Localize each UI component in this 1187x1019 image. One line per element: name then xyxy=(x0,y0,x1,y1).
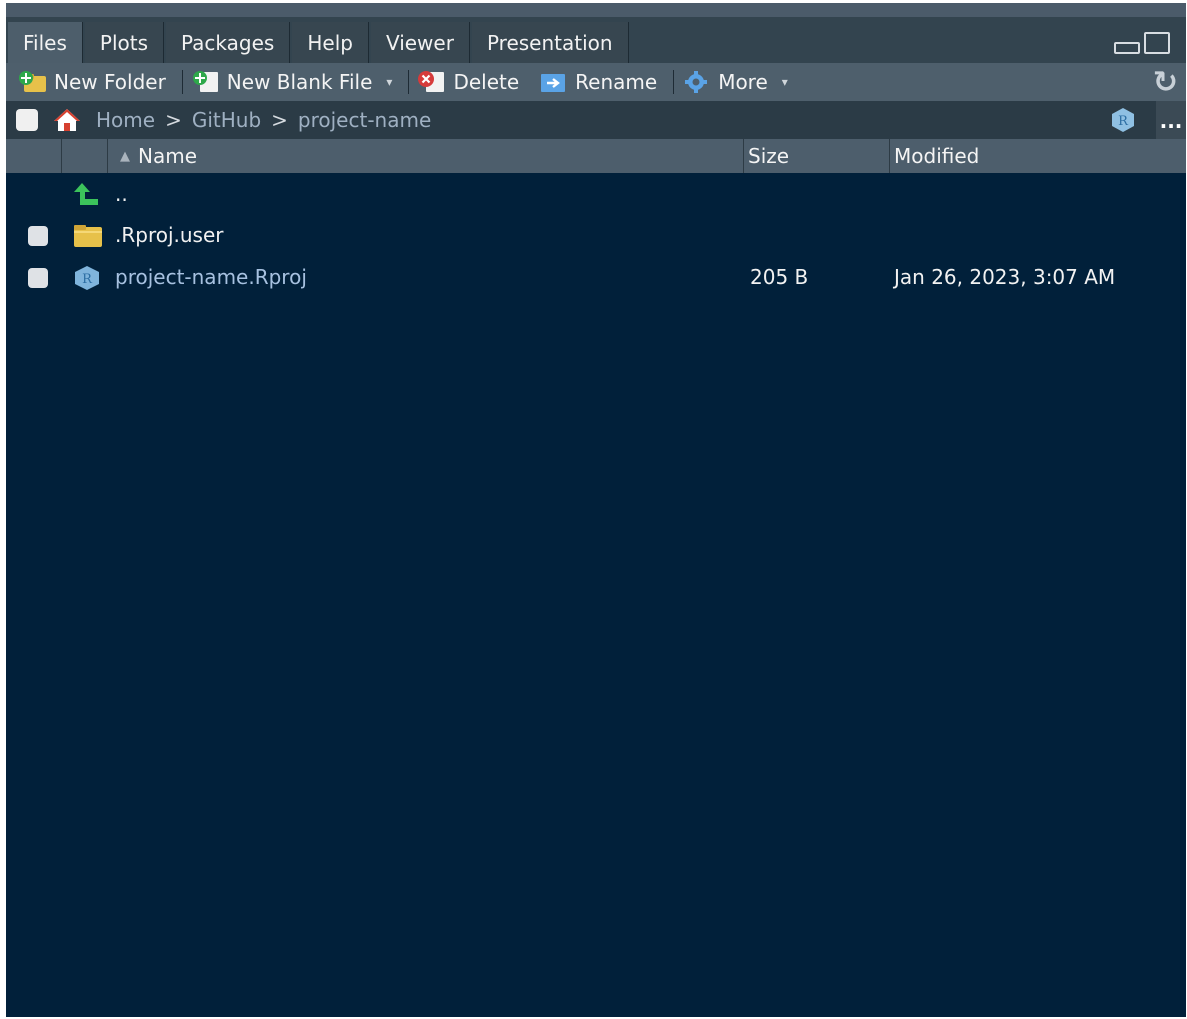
tab-plots[interactable]: Plots xyxy=(84,22,165,63)
overflow-button[interactable]: ... xyxy=(1156,101,1186,139)
breadcrumb-project-name[interactable]: project-name xyxy=(298,108,431,132)
list-item[interactable]: .Rproj.user xyxy=(6,216,1186,256)
home-icon[interactable] xyxy=(52,107,82,133)
new-blank-file-button[interactable]: New Blank File ▾ xyxy=(191,70,393,94)
files-pane: Files Plots Packages Help Viewer Present… xyxy=(6,3,1186,1017)
file-modified: Jan 26, 2023, 3:07 AM xyxy=(894,265,1116,289)
row-checkbox[interactable] xyxy=(28,226,48,246)
rproj-icon: R xyxy=(72,264,104,292)
header-size[interactable]: Size xyxy=(744,139,890,173)
delete-icon xyxy=(417,70,447,94)
header-modified[interactable]: Modified xyxy=(890,139,1186,173)
delete-button[interactable]: Delete xyxy=(417,70,519,94)
file-name[interactable]: project-name.Rproj xyxy=(115,265,307,289)
file-list-header: ▲ Name Size Modified xyxy=(6,139,1186,173)
rename-button[interactable]: Rename xyxy=(539,70,657,94)
tab-help[interactable]: Help xyxy=(292,22,369,63)
select-all-checkbox[interactable] xyxy=(16,109,38,131)
breadcrumb: Home > GitHub > project-name R ... xyxy=(6,101,1186,139)
pane-window-controls xyxy=(1114,22,1186,63)
svg-text:R: R xyxy=(1118,114,1129,129)
more-button[interactable]: More ▾ xyxy=(682,70,788,94)
new-file-icon xyxy=(191,70,221,94)
maximize-icon[interactable] xyxy=(1144,31,1170,54)
new-folder-button[interactable]: New Folder xyxy=(18,70,166,94)
file-size: 205 B xyxy=(750,265,809,289)
pane-top-strip xyxy=(6,3,1186,17)
chevron-down-icon: ▾ xyxy=(781,75,788,89)
breadcrumb-home[interactable]: Home xyxy=(96,108,155,132)
project-r-icon[interactable]: R xyxy=(1110,107,1136,133)
tab-bar: Files Plots Packages Help Viewer Present… xyxy=(6,17,1186,63)
toolbar-divider xyxy=(408,70,410,94)
rename-icon xyxy=(539,70,569,94)
toolbar-divider xyxy=(181,70,183,94)
list-item[interactable]: .. xyxy=(6,175,1186,215)
row-checkbox[interactable] xyxy=(28,268,48,288)
sort-ascending-icon: ▲ xyxy=(120,148,130,164)
svg-text:R: R xyxy=(82,272,93,287)
refresh-icon[interactable]: ↻ xyxy=(1153,65,1178,100)
tab-presentation[interactable]: Presentation xyxy=(471,22,629,63)
folder-icon xyxy=(72,222,104,250)
header-icon-col xyxy=(62,139,108,173)
file-name[interactable]: .. xyxy=(115,182,128,206)
list-item[interactable]: R project-name.Rproj 205 B Jan 26, 2023,… xyxy=(6,258,1186,298)
gear-icon xyxy=(682,70,712,94)
toolbar-divider xyxy=(673,70,675,94)
tab-viewer[interactable]: Viewer xyxy=(370,22,470,63)
files-toolbar: New Folder New Blank File ▾ Delete Renam… xyxy=(6,63,1186,101)
new-folder-icon xyxy=(18,70,48,94)
file-name[interactable]: .Rproj.user xyxy=(115,223,224,247)
tab-files[interactable]: Files xyxy=(8,22,83,63)
chevron-down-icon: ▾ xyxy=(386,75,393,89)
breadcrumb-separator: > xyxy=(271,108,288,132)
breadcrumb-separator: > xyxy=(165,108,182,132)
header-checkbox-col xyxy=(6,139,62,173)
up-arrow-icon xyxy=(72,181,104,209)
breadcrumb-github[interactable]: GitHub xyxy=(192,108,261,132)
header-name[interactable]: ▲ Name xyxy=(108,139,744,173)
minimize-icon[interactable] xyxy=(1114,41,1140,54)
tab-packages[interactable]: Packages xyxy=(166,22,291,63)
